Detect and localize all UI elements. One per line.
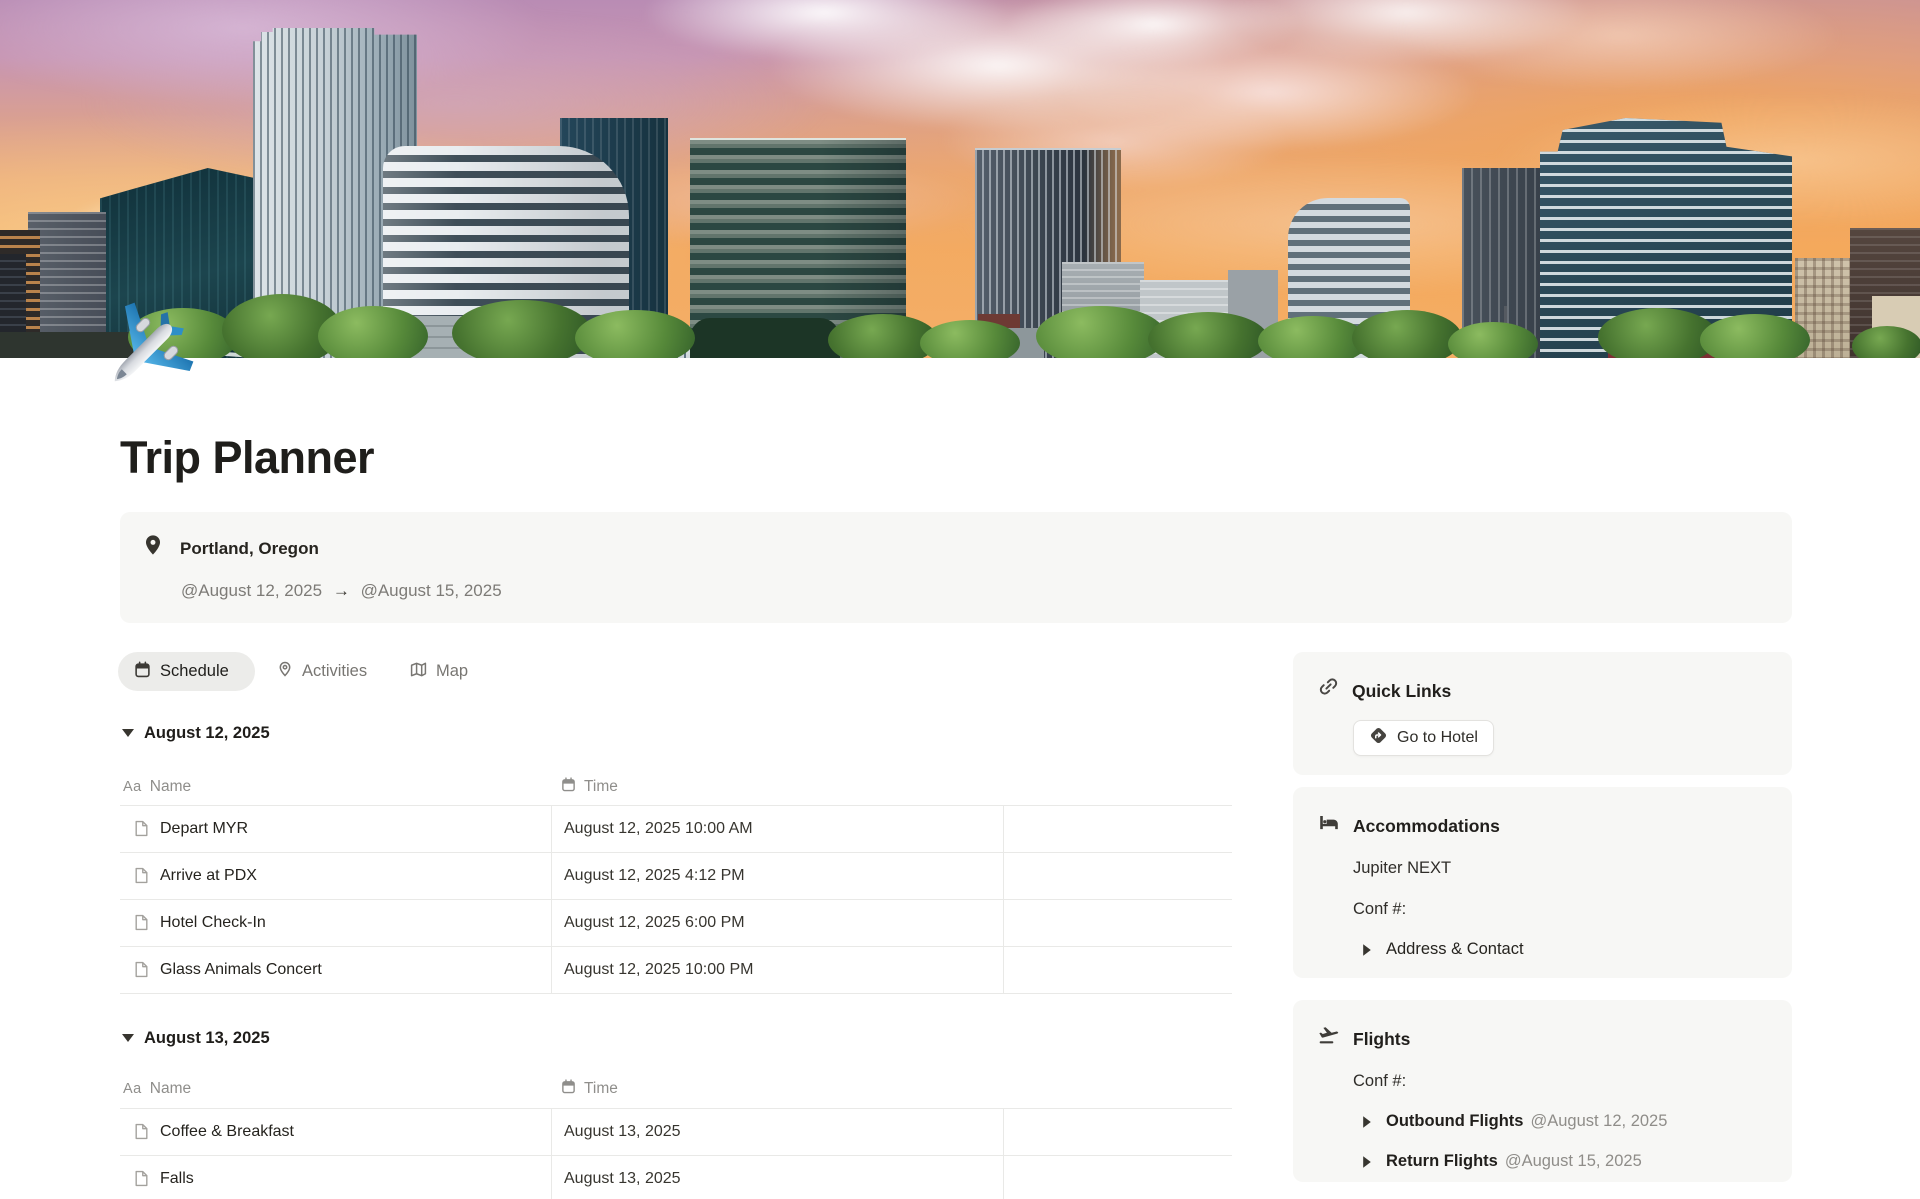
tab-label: Schedule bbox=[160, 662, 229, 681]
trip-planner-page: Trip Planner Portland, Oregon @August 12… bbox=[0, 0, 1920, 1199]
text-type-icon: Aa bbox=[123, 779, 142, 795]
tab-schedule[interactable]: Schedule bbox=[118, 652, 255, 691]
return-date[interactable]: @August 15, 2025 bbox=[1505, 1148, 1642, 1175]
arrow-right-icon: → bbox=[327, 581, 356, 600]
calendar-icon bbox=[561, 777, 576, 797]
table-row-time[interactable]: August 12, 2025 4:12 PM bbox=[553, 852, 1003, 899]
table-row-name[interactable]: Glass Animals Concert bbox=[120, 946, 551, 993]
column-header-time[interactable]: Time bbox=[561, 772, 618, 802]
tab-label: Activities bbox=[302, 662, 367, 681]
table-row-name[interactable]: Depart MYR bbox=[120, 805, 551, 852]
pin-icon bbox=[277, 661, 293, 682]
expand-triangle-icon[interactable] bbox=[1363, 944, 1371, 955]
group-header-aug-12[interactable]: August 12, 2025 bbox=[122, 720, 270, 746]
text-type-icon: Aa bbox=[123, 1081, 142, 1097]
quick-links-title: Quick Links bbox=[1352, 677, 1451, 705]
go-to-hotel-button[interactable]: Go to Hotel bbox=[1353, 720, 1494, 756]
column-header-name[interactable]: Aa Name bbox=[123, 1074, 191, 1104]
outbound-date[interactable]: @August 12, 2025 bbox=[1530, 1108, 1667, 1135]
table-row-time[interactable]: August 13, 2025 bbox=[553, 1155, 1003, 1199]
bed-icon bbox=[1318, 811, 1340, 841]
calendar-icon bbox=[134, 661, 151, 683]
column-header-name[interactable]: Aa Name bbox=[123, 772, 191, 802]
table-row-name[interactable]: Coffee & Breakfast bbox=[120, 1108, 551, 1155]
hotel-name[interactable]: Jupiter NEXT bbox=[1353, 855, 1768, 882]
location-pin-icon bbox=[142, 534, 164, 561]
group-header-aug-13[interactable]: August 13, 2025 bbox=[122, 1025, 270, 1051]
trip-end-date[interactable]: @August 15, 2025 bbox=[361, 581, 502, 600]
calendar-icon bbox=[561, 1079, 576, 1099]
table-row-name[interactable]: Falls bbox=[120, 1155, 551, 1199]
tab-map[interactable]: Map bbox=[410, 652, 468, 691]
collapse-triangle-icon[interactable] bbox=[122, 1034, 134, 1042]
table-row-time[interactable]: August 13, 2025 bbox=[553, 1108, 1003, 1155]
group-date: August 12, 2025 bbox=[144, 724, 270, 743]
trip-start-date[interactable]: @August 12, 2025 bbox=[181, 581, 322, 600]
tab-label: Map bbox=[436, 662, 468, 681]
directions-diamond-icon bbox=[1369, 726, 1388, 750]
accommodations-card: Accommodations Jupiter NEXT Conf #: Addr… bbox=[1293, 787, 1792, 978]
page-icon-airplane[interactable] bbox=[98, 294, 202, 398]
trip-location: Portland, Oregon bbox=[180, 536, 319, 562]
group-date: August 13, 2025 bbox=[144, 1029, 270, 1048]
flights-card: Flights Conf #: Outbound Flights @August… bbox=[1293, 1000, 1792, 1182]
address-contact-toggle[interactable]: Address & Contact bbox=[1353, 936, 1768, 963]
return-flights-toggle[interactable]: Return Flights @August 15, 2025 bbox=[1353, 1148, 1768, 1175]
column-header-time[interactable]: Time bbox=[561, 1074, 618, 1104]
confirmation-label[interactable]: Conf #: bbox=[1353, 896, 1768, 923]
location-callout[interactable]: Portland, Oregon @August 12, 2025 → @Aug… bbox=[120, 512, 1792, 623]
table-row-name[interactable]: Hotel Check-In bbox=[120, 899, 551, 946]
expand-triangle-icon[interactable] bbox=[1363, 1156, 1371, 1167]
map-icon bbox=[410, 661, 427, 683]
outbound-flights-toggle[interactable]: Outbound Flights @August 12, 2025 bbox=[1353, 1108, 1768, 1135]
accommodations-title: Accommodations bbox=[1353, 812, 1500, 840]
quick-links-card: Quick Links Go to Hotel bbox=[1293, 652, 1792, 775]
flights-title: Flights bbox=[1353, 1025, 1410, 1053]
link-icon bbox=[1318, 676, 1339, 705]
flight-takeoff-icon bbox=[1318, 1024, 1340, 1054]
table-row-time[interactable]: August 12, 2025 10:00 AM bbox=[553, 805, 1003, 852]
confirmation-label[interactable]: Conf #: bbox=[1353, 1068, 1768, 1095]
tab-activities[interactable]: Activities bbox=[277, 652, 367, 691]
trip-date-range[interactable]: @August 12, 2025 → @August 15, 2025 bbox=[181, 578, 502, 604]
collapse-triangle-icon[interactable] bbox=[122, 729, 134, 737]
table-row-time[interactable]: August 12, 2025 10:00 PM bbox=[553, 946, 1003, 993]
page-title[interactable]: Trip Planner bbox=[120, 430, 374, 486]
table-row-name[interactable]: Arrive at PDX bbox=[120, 852, 551, 899]
expand-triangle-icon[interactable] bbox=[1363, 1116, 1371, 1127]
table-row-time[interactable]: August 12, 2025 6:00 PM bbox=[553, 899, 1003, 946]
cover-image[interactable] bbox=[0, 0, 1920, 358]
